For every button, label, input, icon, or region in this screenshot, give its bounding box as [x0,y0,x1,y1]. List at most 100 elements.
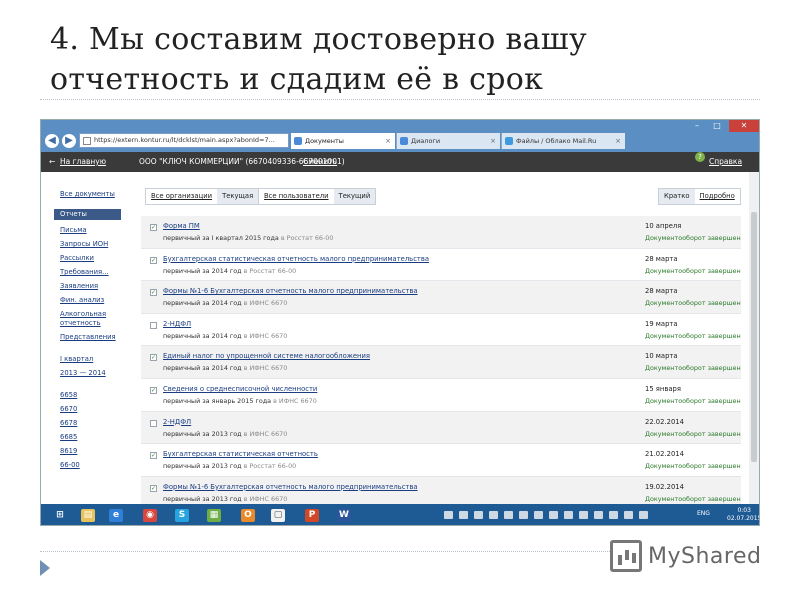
tray-app-icon[interactable] [549,511,558,519]
help-icon[interactable]: ? [695,152,705,162]
back-arrow-icon[interactable]: ← [49,152,55,172]
taskbar-app-button[interactable]: ▦ [201,506,227,525]
document-checkbox[interactable]: ✓ [150,452,157,460]
document-checkbox[interactable] [150,321,157,329]
document-row[interactable]: ✓ Бухгалтерская статистическая отчетность… [141,444,741,477]
sidebar-item-mailings[interactable]: Рассылки [60,254,94,263]
document-title-link[interactable]: 2-НДФЛ [163,320,191,328]
sidebar-item-alcohol[interactable]: Алкогольная [60,310,106,319]
document-row[interactable]: ✓ Бухгалтерская статистическая отчетность… [141,249,741,282]
back-icon[interactable]: ◀ [45,134,59,148]
document-title-link[interactable]: Бухгалтерская статистическая отчетность [163,450,318,458]
filter-all-organizations[interactable]: Все организации [146,189,217,204]
document-row[interactable]: 2-НДФЛ первичный за 2014 год в ИФНС 6670 1… [141,314,741,347]
agency-code-link[interactable]: 6658 [60,391,77,400]
tray-flag-icon[interactable] [609,511,618,519]
tray-app-icon[interactable] [594,511,603,519]
document-row[interactable]: ✓ Формы №1-6 Бухгалтерская отчетность мал… [141,476,741,504]
taskbar-app-button[interactable]: ⊞ [47,506,73,525]
sidebar-item-all-documents[interactable]: Все документы [60,190,115,199]
taskbar-app-button[interactable]: e [103,506,129,525]
taskbar-app-button[interactable]: ▤ [75,506,101,525]
document-checkbox[interactable]: ✓ [150,354,157,362]
filter-all-users[interactable]: Все пользователи [259,189,334,204]
document-title-link[interactable]: Бухгалтерская статистическая отчетность … [163,255,429,263]
clock[interactable]: 0:03 02.07.2015 [727,507,759,523]
document-title-link[interactable]: Сведения о среднесписочной численности [163,385,317,393]
filter-current-user[interactable]: Текущий [333,189,376,204]
scrollbar[interactable] [749,172,759,504]
document-row[interactable]: 2-НДФЛ первичный за 2013 год в ИФНС 6670 2… [141,411,741,445]
tray-app-icon[interactable] [579,511,588,519]
document-row[interactable]: ✓ Единый налог по упрощенной системе нало… [141,346,741,379]
sidebar-item-ion-requests[interactable]: Запросы ИОН [60,240,108,249]
tab-dialogs[interactable]: Диалоги × [396,133,500,149]
document-checkbox[interactable]: ✓ [150,224,157,231]
address-bar[interactable]: https://extern.kontur.ru/lt/dcklst/main.… [79,133,289,148]
document-title-link[interactable]: Формы №1-6 Бухгалтерская отчетность мало… [163,287,418,295]
maximize-icon[interactable]: □ [707,120,727,132]
document-status: Документооборот завершен [645,266,741,275]
myshared-logo: MyShared [610,538,761,574]
scrollbar-thumb[interactable] [751,212,757,462]
change-company-link[interactable]: Сменить [303,152,337,172]
period-quarter[interactable]: I квартал [60,355,93,364]
document-row[interactable]: ✓ Сведения о среднесписочной численности п… [141,379,741,412]
minimize-icon[interactable]: – [687,120,707,132]
document-title-link[interactable]: Единый налог по упрощенной системе налог… [163,352,370,360]
sidebar-item-fin-analysis[interactable]: Фин. анализ [60,296,104,305]
tray-app-icon[interactable] [489,511,498,519]
taskbar-app-button[interactable]: S [169,506,195,525]
taskbar-app-button[interactable]: O [235,506,261,525]
sidebar-item-letters[interactable]: Письма [60,226,87,235]
help-link[interactable]: Справка [709,152,742,172]
document-checkbox[interactable]: ✓ [150,484,157,492]
taskbar-app-button[interactable]: ◉ [137,506,163,525]
agency-code-link[interactable]: 6685 [60,433,77,442]
tray-app-icon[interactable] [504,511,513,519]
forward-icon[interactable]: ▶ [62,134,76,148]
close-tab-icon[interactable]: × [385,133,391,149]
close-tab-icon[interactable]: × [490,133,496,149]
sidebar-item-alcohol-reporting[interactable]: отчетность [60,319,101,328]
view-detailed[interactable]: Подробно [695,189,740,204]
taskbar-app-button[interactable]: P [299,506,325,525]
tray-volume-icon[interactable] [639,511,648,519]
agency-code-link[interactable]: 6678 [60,419,77,428]
close-tab-icon[interactable]: × [615,133,621,149]
input-language[interactable]: ENG [697,510,710,517]
tray-network-icon[interactable] [624,511,633,519]
tray-app-icon[interactable] [519,511,528,519]
home-link[interactable]: На главную [60,152,106,172]
agency-code-link[interactable]: 8619 [60,447,77,456]
agency-code-link[interactable]: 6670 [60,405,77,414]
agency-code-link[interactable]: 66-00 [60,461,80,470]
taskbar-app-button[interactable]: W [331,506,357,525]
document-row[interactable]: ✓ Формы №1-6 Бухгалтерская отчетность мал… [141,281,741,314]
sidebar-item-reports[interactable]: Отчеты [54,209,121,220]
tray-app-icon[interactable] [474,511,483,519]
document-checkbox[interactable]: ✓ [150,256,157,264]
tray-keyboard-icon[interactable] [444,511,453,519]
period-range[interactable]: 2013 — 2014 [60,369,106,378]
document-checkbox[interactable] [150,419,157,427]
document-title-link[interactable]: Формы №1-6 Бухгалтерская отчетность мало… [163,483,418,491]
tray-app-icon[interactable] [534,511,543,519]
document-period: первичный за 2013 год в ИФНС 6670 [163,495,287,503]
document-checkbox[interactable]: ✓ [150,289,157,297]
tab-mail-cloud[interactable]: Файлы / Облако Mail.Ru × [501,133,625,149]
close-window-icon[interactable]: ✕ [729,120,759,132]
document-row[interactable]: ✓ Форма ПМ первичный за I квартал 2015 год… [141,216,741,249]
sidebar-item-applications[interactable]: Заявления [60,282,98,291]
filter-current-organization[interactable]: Текущая [217,189,259,204]
document-title-link[interactable]: Форма ПМ [163,222,200,230]
document-checkbox[interactable]: ✓ [150,386,157,394]
view-brief[interactable]: Кратко [659,189,695,204]
sidebar-item-submissions[interactable]: Представления [60,333,116,342]
document-title-link[interactable]: 2-НДФЛ [163,418,191,426]
sidebar-item-requirements[interactable]: Требования... [60,268,109,277]
tab-documents[interactable]: Документы × [291,133,395,149]
tray-app-icon[interactable] [459,511,468,519]
taskbar-app-button[interactable]: ▢ [265,506,291,525]
tray-bluetooth-icon[interactable] [564,511,573,519]
